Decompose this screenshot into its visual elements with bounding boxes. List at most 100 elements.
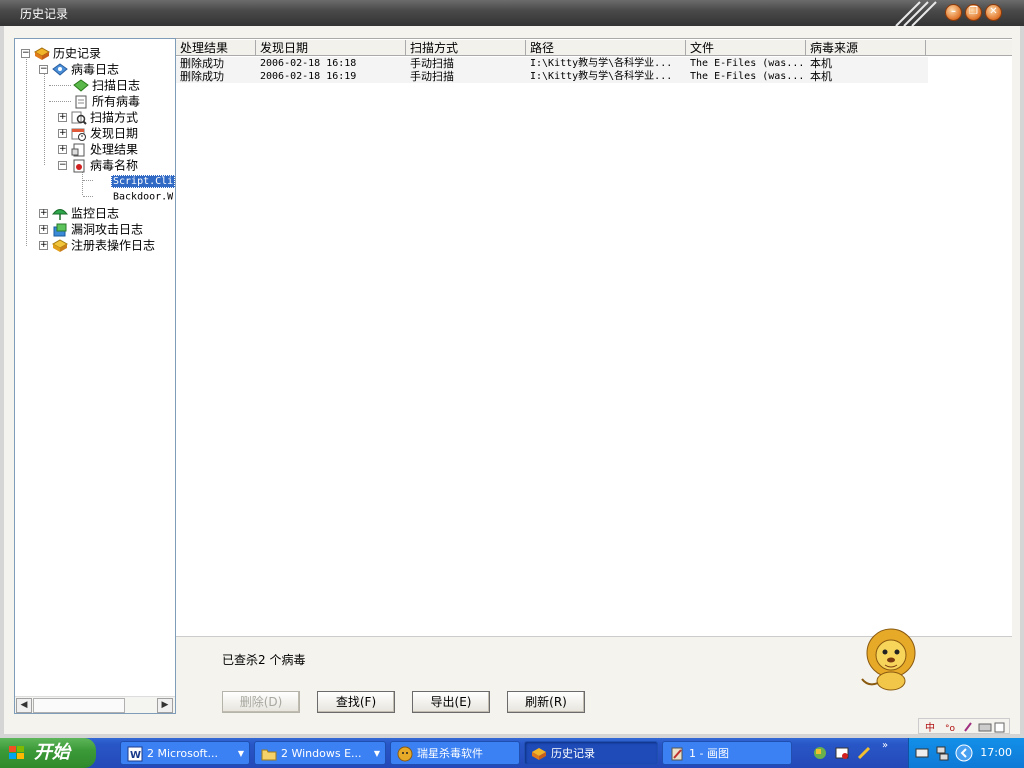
cell-result: 删除成功 (180, 57, 224, 70)
cell-path: I:\Kitty教与学\各科学业... (530, 58, 673, 69)
table-row[interactable]: 删除成功 2006-02-18 16:18 手动扫描 I:\Kitty教与学\各… (176, 57, 928, 70)
status-text: 已查杀2 个病毒 (222, 653, 306, 667)
tree-item-registry-log[interactable]: + 注册表操作日志 (39, 237, 155, 253)
cell-result: 删除成功 (180, 70, 224, 83)
registry-icon (52, 238, 68, 252)
lion-mascot-icon (861, 628, 916, 691)
taskbar: 开始 W 2 Microsoft... ▼ 2 Windows E... ▼ 瑞星杀… (0, 738, 1024, 768)
start-button[interactable]: 开始 (0, 738, 96, 768)
tree-item-virus-log[interactable]: − 病毒日志 (39, 61, 119, 77)
list-header: 处理结果 发现日期 扫描方式 路径 文件 病毒来源 (176, 40, 1012, 56)
close-button[interactable]: ✕ (985, 4, 1002, 21)
taskbar-item-rising[interactable]: 瑞星杀毒软件 (390, 741, 520, 765)
ime-icons[interactable]: 中 °o (923, 721, 1007, 733)
cell-source: 本机 (810, 57, 832, 70)
paint-icon (671, 747, 683, 761)
tree-item-virus-name[interactable]: − 病毒名称 (58, 157, 138, 173)
expand-icon[interactable]: + (39, 209, 48, 218)
delete-button[interactable]: 删除(D) (222, 691, 300, 713)
virus-file-icon (73, 159, 85, 172)
taskbar-item-paint[interactable]: 1 - 画图 (662, 741, 792, 765)
cell-method: 手动扫描 (410, 70, 454, 83)
cell-method: 手动扫描 (410, 57, 454, 70)
column-date[interactable]: 发现日期 (256, 40, 406, 56)
tree-root[interactable]: − 历史记录 (21, 45, 101, 61)
scroll-left-icon[interactable]: ◀ (16, 698, 32, 713)
scan-log-icon (73, 78, 89, 92)
windows-logo-icon (9, 746, 24, 759)
ime-toolbar[interactable]: 中 °o (918, 718, 1010, 734)
quicklaunch-tool-icon[interactable] (856, 745, 872, 761)
expand-icon[interactable]: + (39, 241, 48, 250)
rising-icon (397, 746, 413, 762)
collapse-icon[interactable]: − (58, 161, 67, 170)
cell-date: 2006-02-18 16:18 (260, 58, 357, 69)
tree-item-all-viruses[interactable]: 所有病毒 (73, 93, 140, 109)
cell-source: 本机 (810, 70, 832, 83)
cell-date: 2006-02-18 16:19 (260, 71, 357, 82)
scroll-thumb[interactable] (33, 698, 125, 713)
tree-item-scan-method[interactable]: + 扫描方式 (58, 109, 138, 125)
tray-arrow-icon[interactable] (955, 744, 973, 762)
process-icon (71, 143, 85, 156)
collapse-icon[interactable]: − (21, 49, 30, 58)
clock[interactable]: 17:00 (980, 746, 1012, 759)
tree-leaf-backdoor[interactable]: Backdoor.W (113, 189, 173, 205)
tree-item-result[interactable]: + 处理结果 (58, 141, 138, 157)
cell-file: The E-Files (was... (690, 71, 804, 82)
tree-horizontal-scrollbar[interactable]: ◀ ▶ (15, 696, 175, 713)
column-method[interactable]: 扫描方式 (406, 40, 526, 56)
table-row[interactable]: 删除成功 2006-02-18 16:19 手动扫描 I:\Kitty教与学\各… (176, 70, 928, 83)
history-tree[interactable]: − 历史记录 − 病毒日志 扫描日志 所有病毒 + 扫描方式 + 发现日期 + 处理结果 … (14, 38, 176, 714)
export-button[interactable]: 导出(E) (412, 691, 490, 713)
title-decoration (895, 1, 937, 26)
taskbar-item-history[interactable]: 历史记录 (524, 741, 658, 765)
taskbar-item-explorer[interactable]: 2 Windows E... ▼ (254, 741, 386, 765)
quicklaunch-media-icon[interactable] (834, 745, 850, 761)
history-icon (532, 748, 546, 760)
cell-path: I:\Kitty教与学\各科学业... (530, 71, 673, 82)
column-path[interactable]: 路径 (526, 40, 686, 56)
history-icon (34, 46, 50, 60)
restore-button[interactable]: ❐ (965, 4, 982, 21)
window-title: 历史记录 (20, 7, 69, 21)
bottom-panel: 已查杀2 个病毒 删除(D) 查找(F) 导出(E) 刷新(R) (176, 628, 1012, 714)
folder-icon (261, 749, 277, 761)
quicklaunch-app-icon[interactable] (812, 745, 828, 761)
virus-log-icon (52, 62, 68, 76)
column-blank (926, 40, 1012, 56)
tree-item-exploit-log[interactable]: + 漏洞攻击日志 (39, 221, 143, 237)
tree-item-scan-log[interactable]: 扫描日志 (73, 77, 140, 93)
refresh-button[interactable]: 刷新(R) (507, 691, 585, 713)
magnifier-icon (71, 111, 87, 125)
taskbar-item-word[interactable]: W 2 Microsoft... ▼ (120, 741, 250, 765)
start-label: 开始 (34, 742, 70, 763)
tree-item-monitor-log[interactable]: + 监控日志 (39, 205, 119, 221)
svg-text:°o: °o (945, 724, 956, 733)
tree-item-found-date[interactable]: + 发现日期 (58, 125, 138, 141)
history-list[interactable]: 处理结果 发现日期 扫描方式 路径 文件 病毒来源 删除成功 2006-02-1… (176, 38, 1012, 636)
keyboard-icon[interactable] (915, 747, 929, 759)
tree-leaf-script[interactable]: Script.Cli (111, 173, 175, 189)
title-bar: 历史记录 – ❐ ✕ (0, 0, 1024, 26)
svg-text:中: 中 (925, 721, 935, 733)
column-file[interactable]: 文件 (686, 40, 806, 56)
expand-icon[interactable]: + (58, 113, 67, 122)
cell-file: The E-Files (was... (690, 58, 804, 69)
expand-icon[interactable]: + (58, 129, 67, 138)
find-button[interactable]: 查找(F) (317, 691, 395, 713)
more-icon[interactable]: » (882, 740, 888, 751)
column-source[interactable]: 病毒来源 (806, 40, 926, 56)
network-icon[interactable] (935, 745, 949, 761)
scroll-right-icon[interactable]: ▶ (157, 698, 173, 713)
word-icon: W (127, 746, 143, 762)
minimize-button[interactable]: – (945, 4, 962, 21)
collapse-icon[interactable]: − (39, 65, 48, 74)
expand-icon[interactable]: + (39, 225, 48, 234)
system-tray: 17:00 (908, 738, 1024, 768)
expand-icon[interactable]: + (58, 145, 67, 154)
umbrella-icon (52, 208, 68, 220)
document-icon (75, 95, 87, 108)
column-result[interactable]: 处理结果 (176, 40, 256, 56)
calendar-icon (71, 128, 86, 141)
